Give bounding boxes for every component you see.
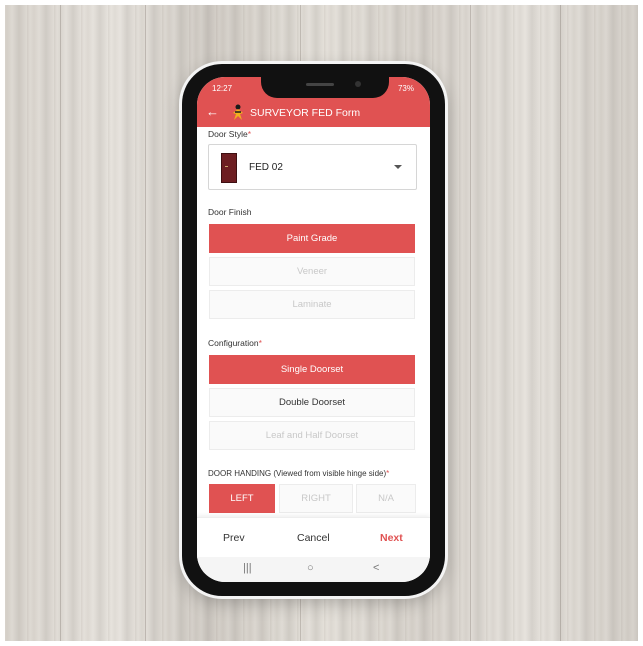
form-footer: Prev Cancel Next bbox=[197, 517, 430, 558]
system-nav-bar: ||| ○ < bbox=[197, 557, 430, 582]
wood-grain bbox=[145, 0, 146, 646]
next-button[interactable]: Next bbox=[380, 532, 403, 544]
wood-grain bbox=[470, 0, 471, 646]
config-option-single-doorset[interactable]: Single Doorset bbox=[209, 355, 415, 384]
handing-option-na[interactable]: N/A bbox=[356, 484, 416, 513]
door-style-select[interactable]: FED 02 bbox=[208, 144, 417, 190]
prev-button[interactable]: Prev bbox=[223, 532, 245, 544]
phone-device: 12:27 73% ← SURVEYOR FED Form Door Style… bbox=[182, 64, 445, 596]
handing-option-right[interactable]: RIGHT bbox=[279, 484, 353, 513]
door-finish-label: Door Finish bbox=[208, 207, 252, 217]
finish-option-laminate[interactable]: Laminate bbox=[209, 290, 415, 319]
handing-option-left[interactable]: LEFT bbox=[209, 484, 275, 513]
nav-back-icon[interactable]: < bbox=[373, 562, 379, 574]
cancel-button[interactable]: Cancel bbox=[297, 532, 330, 544]
app-title: SURVEYOR FED Form bbox=[250, 107, 361, 119]
app-bar: ← SURVEYOR FED Form bbox=[197, 99, 430, 127]
home-icon[interactable]: ○ bbox=[307, 562, 314, 574]
recents-icon[interactable]: ||| bbox=[243, 562, 252, 574]
finish-option-veneer[interactable]: Veneer bbox=[209, 257, 415, 286]
config-option-leaf-and-half[interactable]: Leaf and Half Doorset bbox=[209, 421, 415, 450]
surveyor-logo-icon bbox=[233, 104, 243, 120]
speaker-grille bbox=[306, 83, 334, 86]
camera-notch bbox=[261, 77, 389, 98]
wood-grain bbox=[60, 0, 61, 646]
door-thumbnail bbox=[221, 153, 237, 183]
door-style-label: Door Style* bbox=[208, 129, 251, 139]
door-style-value: FED 02 bbox=[249, 162, 283, 173]
phone-screen: 12:27 73% ← SURVEYOR FED Form Door Style… bbox=[197, 77, 430, 582]
door-handing-label: DOOR HANDING (Viewed from visible hinge … bbox=[208, 469, 390, 478]
wood-grain bbox=[560, 0, 561, 646]
chevron-down-icon bbox=[394, 165, 402, 169]
front-camera-icon bbox=[355, 81, 361, 87]
config-option-double-doorset[interactable]: Double Doorset bbox=[209, 388, 415, 417]
status-time: 12:27 bbox=[212, 84, 233, 93]
finish-option-paint-grade[interactable]: Paint Grade bbox=[209, 224, 415, 253]
back-arrow-icon[interactable]: ← bbox=[206, 104, 219, 119]
configuration-label: Configuration* bbox=[208, 338, 262, 348]
battery-level: 73% bbox=[397, 84, 414, 93]
form-content: Door Style* FED 02 Door Finish Paint Gra… bbox=[197, 127, 430, 517]
